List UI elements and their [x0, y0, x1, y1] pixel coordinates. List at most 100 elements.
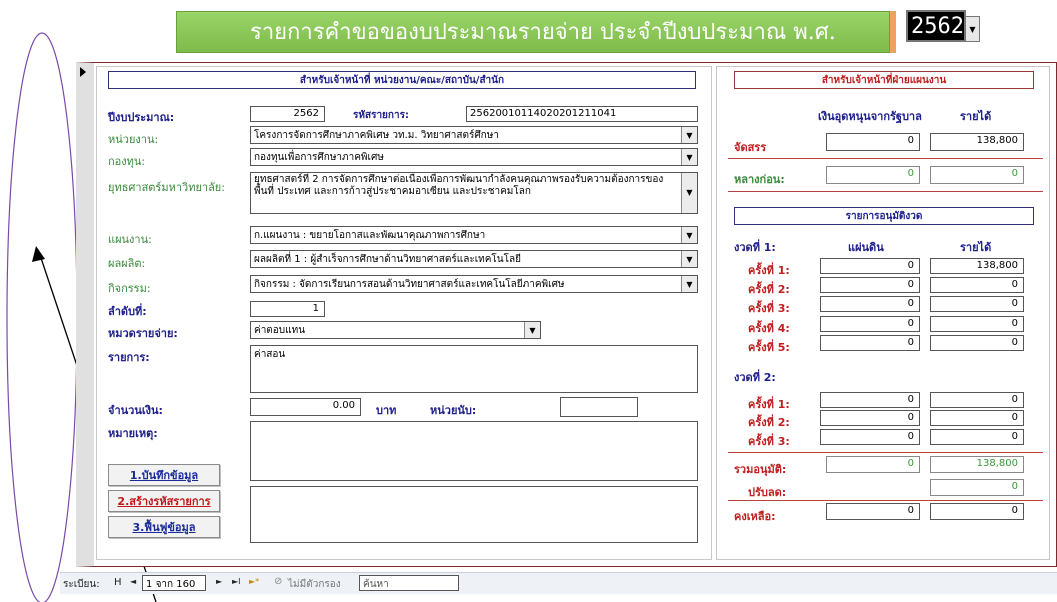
output-combo[interactable]: ผลผลิตที่ 1 : ผู้สำเร็จการศึกษาด้านวิทยา…: [250, 250, 698, 268]
filter-icon: ⊘: [274, 576, 283, 587]
record-label: ระเบียน:: [63, 579, 100, 590]
previous-income-field[interactable]: 0: [930, 166, 1024, 184]
previous-gov-field[interactable]: 0: [826, 166, 920, 184]
divider-line: [728, 158, 1043, 159]
plan-label: แผนงาน:: [108, 233, 152, 246]
chevron-down-icon[interactable]: ▼: [681, 149, 697, 165]
current-record-value: 1: [146, 579, 153, 590]
period1-label: งวดที่ 1:: [734, 241, 776, 254]
remain-land-field[interactable]: 0: [826, 503, 920, 520]
category-value: ค่าตอบแทน: [254, 325, 306, 336]
chevron-down-icon[interactable]: ▼: [681, 173, 697, 213]
category-combo[interactable]: ค่าตอบแทน ▼: [250, 321, 541, 339]
page-title: รายการคำขอของบประมาณรายจ่าย ประจำปีงบประ…: [250, 20, 836, 45]
sequence-field[interactable]: 1: [250, 301, 325, 317]
chevron-down-icon[interactable]: ▼: [524, 322, 540, 338]
unit-count-field[interactable]: [560, 397, 638, 417]
unit-combo[interactable]: โครงการจัดการศึกษาภาคพิเศษ วท.ม. วิทยาศา…: [250, 126, 698, 144]
period1-income-field[interactable]: 138,800: [930, 258, 1024, 274]
year-select-value: 2562: [911, 14, 964, 39]
period2-land-field[interactable]: 0: [820, 392, 920, 408]
save-button[interactable]: 1.บันทึกข้อมูล: [108, 464, 220, 486]
period1-income-field[interactable]: 0: [930, 316, 1024, 332]
strategy-value: ยุทธศาสตร์ที่ 2 การจัดการศึกษาต่อเนื่องเ…: [254, 174, 664, 197]
amount-label: จำนวนเงิน:: [108, 404, 163, 417]
record-count: จาก 160: [155, 579, 196, 590]
chevron-down-icon[interactable]: ▼: [681, 227, 697, 243]
unit-count-label: หน่วยนับ:: [430, 404, 477, 417]
current-record-field[interactable]: 1 จาก 160: [142, 575, 206, 591]
fiscal-year-label: ปีงบประมาณ:: [108, 111, 175, 124]
period2-land-field[interactable]: 0: [820, 410, 920, 426]
period2-income-field[interactable]: 0: [930, 410, 1024, 426]
period1-land-field[interactable]: 0: [820, 316, 920, 332]
period2-income-field[interactable]: 0: [930, 429, 1024, 445]
period1-land-field[interactable]: 0: [820, 277, 920, 293]
annotation-arrow-head: [32, 246, 45, 262]
period1-income-field[interactable]: 0: [930, 296, 1024, 312]
activity-combo[interactable]: กิจกรรม : จัดการเรียนการสอนด้านวิทยาศาสต…: [250, 275, 698, 293]
note-label: หมายเหตุ:: [108, 427, 158, 440]
total-label: รวมอนุมัติ:: [734, 463, 787, 476]
col-income-label: รายได้: [960, 110, 992, 123]
allocate-income-field[interactable]: 138,800: [930, 133, 1024, 151]
strategy-combo[interactable]: ยุทธศาสตร์ที่ 2 การจัดการศึกษาต่อเนื่องเ…: [250, 172, 698, 214]
note-extra-field[interactable]: [250, 486, 698, 543]
chevron-down-icon[interactable]: ▼: [965, 16, 980, 42]
adjust-field[interactable]: 0: [930, 479, 1024, 496]
period2-row-label: ครั้งที่ 2:: [748, 416, 790, 429]
period1-land-field[interactable]: 0: [820, 258, 920, 274]
title-banner-shadow: [890, 11, 896, 53]
filter-status[interactable]: ไม่มีตัวกรอง: [288, 577, 341, 592]
total-land-field[interactable]: 0: [826, 456, 920, 473]
period1-income-field[interactable]: 0: [930, 277, 1024, 293]
item-field[interactable]: ค่าสอน: [250, 345, 698, 393]
period1-land-field[interactable]: 0: [820, 296, 920, 312]
period1-row-label: ครั้งที่ 2:: [748, 283, 790, 296]
baht-label: บาท: [376, 404, 397, 417]
new-record-button[interactable]: ►*: [249, 577, 259, 586]
annotation-oval: [6, 32, 78, 602]
chevron-down-icon[interactable]: ▼: [681, 127, 697, 143]
amount-field[interactable]: 0.00: [250, 398, 361, 416]
allocate-label: จัดสรร: [734, 141, 767, 154]
approval-header: รายการอนุมัติงวด: [845, 211, 923, 222]
period1-land-field[interactable]: 0: [820, 335, 920, 351]
period2-income-field[interactable]: 0: [930, 392, 1024, 408]
left-section-title: สำหรับเจ้าหน้าที่ หน่วยงาน/คณะ/สถาบัน/สำ…: [299, 75, 505, 86]
fiscal-year-field[interactable]: 2562: [250, 106, 325, 122]
note-field[interactable]: [250, 421, 698, 481]
record-selector-icon[interactable]: [80, 67, 86, 77]
search-input[interactable]: ค้นหา: [359, 575, 459, 591]
restore-button[interactable]: 3.ฟื้นฟูข้อมูล: [108, 516, 220, 538]
output-value: ผลผลิตที่ 1 : ผู้สำเร็จการศึกษาด้านวิทยา…: [254, 254, 521, 265]
fund-label: กองทุน:: [108, 155, 146, 168]
last-record-button[interactable]: ►I: [232, 577, 241, 586]
first-record-button[interactable]: H: [114, 577, 122, 588]
create-code-button[interactable]: 2.สร้างรหัสรายการ: [108, 490, 220, 512]
fund-combo[interactable]: กองทุนเพื่อการศึกษาภาคพิเศษ ▼: [250, 148, 698, 166]
total-income-field[interactable]: 138,800: [930, 456, 1024, 473]
adjust-label: ปรับลด:: [748, 486, 787, 499]
item-label: รายการ:: [108, 351, 150, 364]
period2-land-field[interactable]: 0: [820, 429, 920, 445]
divider-line: [728, 452, 1043, 453]
period2-row-label: ครั้งที่ 1:: [748, 398, 790, 411]
chevron-down-icon[interactable]: ▼: [681, 276, 697, 292]
unit-value: โครงการจัดการศึกษาภาคพิเศษ วท.ม. วิทยาศา…: [254, 130, 499, 141]
period1-row-label: ครั้งที่ 3:: [748, 302, 790, 315]
unit-label: หน่วยงาน:: [108, 133, 159, 146]
period1-income-field[interactable]: 0: [930, 335, 1024, 351]
prev-record-button[interactable]: ◄: [130, 577, 136, 586]
chevron-down-icon[interactable]: ▼: [681, 251, 697, 267]
col-income2-label: รายได้: [960, 241, 992, 254]
remain-income-field[interactable]: 0: [930, 503, 1024, 520]
allocate-gov-field[interactable]: 0: [826, 133, 920, 151]
record-navigation-bar: [60, 572, 1057, 594]
next-record-button[interactable]: ►: [216, 577, 222, 586]
col-land-label: แผ่นดิน: [848, 241, 884, 254]
activity-label: กิจกรรม:: [108, 282, 151, 295]
item-code-field[interactable]: 2562001011402020121104​1: [466, 106, 698, 122]
plan-combo[interactable]: ก.แผนงาน : ขยายโอกาสและพัฒนาคุณภาพการศึก…: [250, 226, 698, 244]
year-select[interactable]: 2562 ▼: [906, 10, 980, 42]
